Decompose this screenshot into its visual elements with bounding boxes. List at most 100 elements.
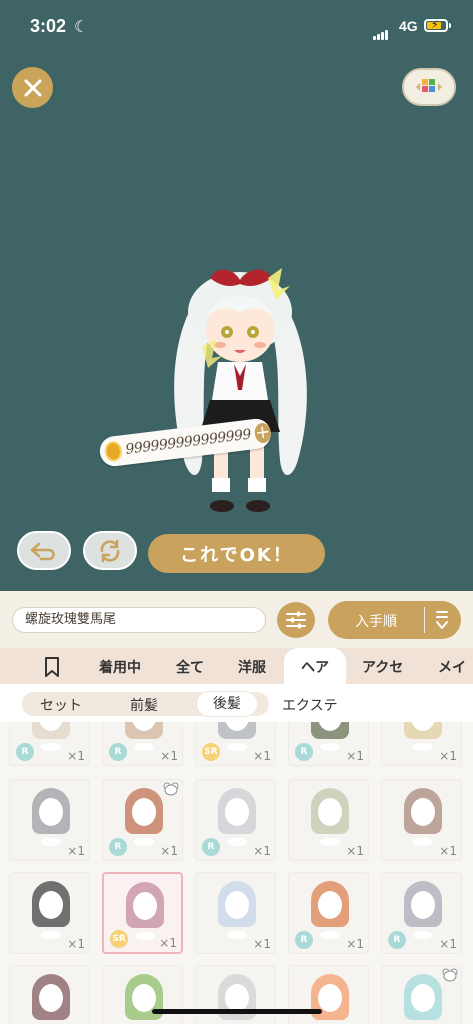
tab-makeup[interactable]: メイク bbox=[438, 648, 473, 716]
rarity-badge: R bbox=[202, 838, 220, 856]
hair-item[interactable]: R ×1 bbox=[288, 722, 369, 766]
mannequin-stand bbox=[41, 838, 61, 846]
item-count: ×1 bbox=[67, 844, 85, 858]
mannequin-face bbox=[318, 798, 342, 826]
status-time: 3:02 bbox=[30, 16, 67, 36]
subtab-front-hair[interactable]: 前髪 bbox=[130, 695, 158, 715]
mannequin-face bbox=[411, 891, 435, 919]
hair-item[interactable]: ×1 bbox=[9, 965, 90, 1024]
hair-item[interactable]: SR ×1 bbox=[195, 722, 276, 766]
refresh-icon bbox=[100, 539, 120, 562]
tab-hair[interactable]: ヘア bbox=[284, 648, 346, 684]
mannequin-face bbox=[132, 798, 156, 826]
palette-icon bbox=[416, 79, 442, 92]
hair-item[interactable]: R ×1 bbox=[195, 779, 276, 861]
item-count: ×1 bbox=[160, 749, 178, 763]
category-tabs: 着用中 全て 洋服 ヘア アクセ メイク bbox=[0, 648, 473, 716]
hair-item[interactable]: R ×1 bbox=[102, 722, 183, 766]
add-coins-button[interactable]: + bbox=[253, 421, 272, 444]
undo-button[interactable] bbox=[17, 531, 71, 570]
color-palette-button[interactable] bbox=[402, 68, 456, 106]
rarity-badge: R bbox=[109, 838, 127, 856]
avatar-preview bbox=[150, 250, 330, 530]
rarity-badge: R bbox=[388, 931, 406, 949]
mannequin-stand bbox=[227, 743, 247, 751]
filter-button[interactable] bbox=[277, 602, 315, 638]
hair-item[interactable]: ×1 bbox=[9, 872, 90, 954]
mannequin-stand bbox=[227, 838, 247, 846]
mannequin-stand bbox=[134, 743, 154, 751]
subtab-set[interactable]: セット bbox=[40, 695, 82, 715]
mannequin-stand bbox=[320, 838, 340, 846]
item-count: ×1 bbox=[439, 749, 457, 763]
hair-item[interactable]: R ×1 bbox=[381, 872, 462, 954]
hair-item[interactable]: ×1 bbox=[381, 965, 462, 1024]
tab-clothes[interactable]: 洋服 bbox=[238, 648, 266, 684]
sort-label: 入手順 bbox=[355, 614, 397, 630]
home-indicator[interactable] bbox=[152, 1009, 322, 1014]
subtab-extensions[interactable]: エクステ bbox=[282, 695, 338, 715]
hair-item[interactable]: R ×1 bbox=[9, 722, 90, 766]
rarity-badge: R bbox=[295, 743, 313, 761]
rarity-badge: R bbox=[16, 743, 34, 761]
mannequin-stand bbox=[413, 931, 433, 939]
subtab-back-hair[interactable]: 後髪 bbox=[197, 692, 257, 716]
battery-nub bbox=[449, 23, 451, 28]
item-count: ×1 bbox=[439, 844, 457, 858]
avatar-illustration bbox=[174, 268, 307, 512]
item-grid: R ×1 R ×1 SR ×1 R ×1 ×1 ×1 R ×1 R ×1 ×1 ×1 ×1 SR ×1 ×1 R ×1 R ×… bbox=[0, 722, 473, 1024]
mannequin-stand bbox=[135, 932, 155, 940]
hair-item[interactable]: ×1 bbox=[102, 965, 183, 1024]
rarity-badge: SR bbox=[202, 743, 220, 761]
mannequin-face bbox=[39, 891, 63, 919]
mannequin-face bbox=[225, 891, 249, 919]
hair-item[interactable]: ×1 bbox=[195, 965, 276, 1024]
coin-icon bbox=[103, 440, 123, 463]
sort-order-icon bbox=[436, 611, 448, 629]
signal-icon bbox=[373, 21, 389, 40]
mannequin-face bbox=[225, 984, 249, 1012]
moon-icon: ☾ bbox=[74, 17, 89, 36]
mannequin-face bbox=[318, 984, 342, 1012]
mannequin-face bbox=[132, 984, 156, 1012]
item-count: ×1 bbox=[253, 937, 271, 951]
undo-icon bbox=[30, 542, 55, 560]
hair-item[interactable]: ×1 bbox=[9, 779, 90, 861]
item-count: ×1 bbox=[346, 937, 364, 951]
item-count: ×1 bbox=[346, 844, 364, 858]
hair-item[interactable]: ×1 bbox=[288, 779, 369, 861]
item-count: ×1 bbox=[67, 749, 85, 763]
mannequin-face bbox=[411, 798, 435, 826]
battery-icon: ⚡ bbox=[424, 18, 448, 32]
hair-item[interactable]: SR ×1 bbox=[102, 872, 183, 954]
hair-item[interactable]: R ×1 bbox=[102, 779, 183, 861]
item-count: ×1 bbox=[67, 937, 85, 951]
item-count: ×1 bbox=[253, 844, 271, 858]
mannequin-stand bbox=[41, 931, 61, 939]
tab-wearing[interactable]: 着用中 bbox=[99, 648, 141, 684]
mannequin-face bbox=[225, 798, 249, 826]
item-name-field: 螺旋玫瑰雙馬尾 bbox=[12, 607, 266, 633]
reset-button[interactable] bbox=[83, 531, 137, 570]
close-button[interactable] bbox=[12, 67, 53, 108]
mannequin-stand bbox=[227, 931, 247, 939]
confirm-ok-button[interactable]: これでOK！ bbox=[148, 534, 325, 573]
tab-all[interactable]: 全て bbox=[176, 648, 204, 684]
sort-button[interactable]: 入手順 bbox=[328, 601, 461, 639]
hair-item[interactable]: ×1 bbox=[381, 722, 462, 766]
hair-item[interactable]: ×1 bbox=[195, 872, 276, 954]
hair-item[interactable]: R ×1 bbox=[288, 872, 369, 954]
bookmark-icon[interactable] bbox=[44, 657, 60, 677]
mannequin-stand bbox=[413, 743, 433, 751]
close-icon bbox=[24, 79, 41, 96]
tab-accessories[interactable]: アクセ bbox=[362, 648, 403, 684]
hair-item[interactable]: ×1 bbox=[288, 965, 369, 1024]
hair-item[interactable]: ×1 bbox=[381, 779, 462, 861]
item-count: ×1 bbox=[159, 936, 177, 950]
rarity-badge: SR bbox=[110, 930, 128, 948]
network-label: 4G bbox=[399, 18, 418, 34]
item-count: ×1 bbox=[346, 749, 364, 763]
mannequin-stand bbox=[320, 743, 340, 751]
mannequin-stand bbox=[413, 838, 433, 846]
sort-divider bbox=[424, 607, 425, 633]
